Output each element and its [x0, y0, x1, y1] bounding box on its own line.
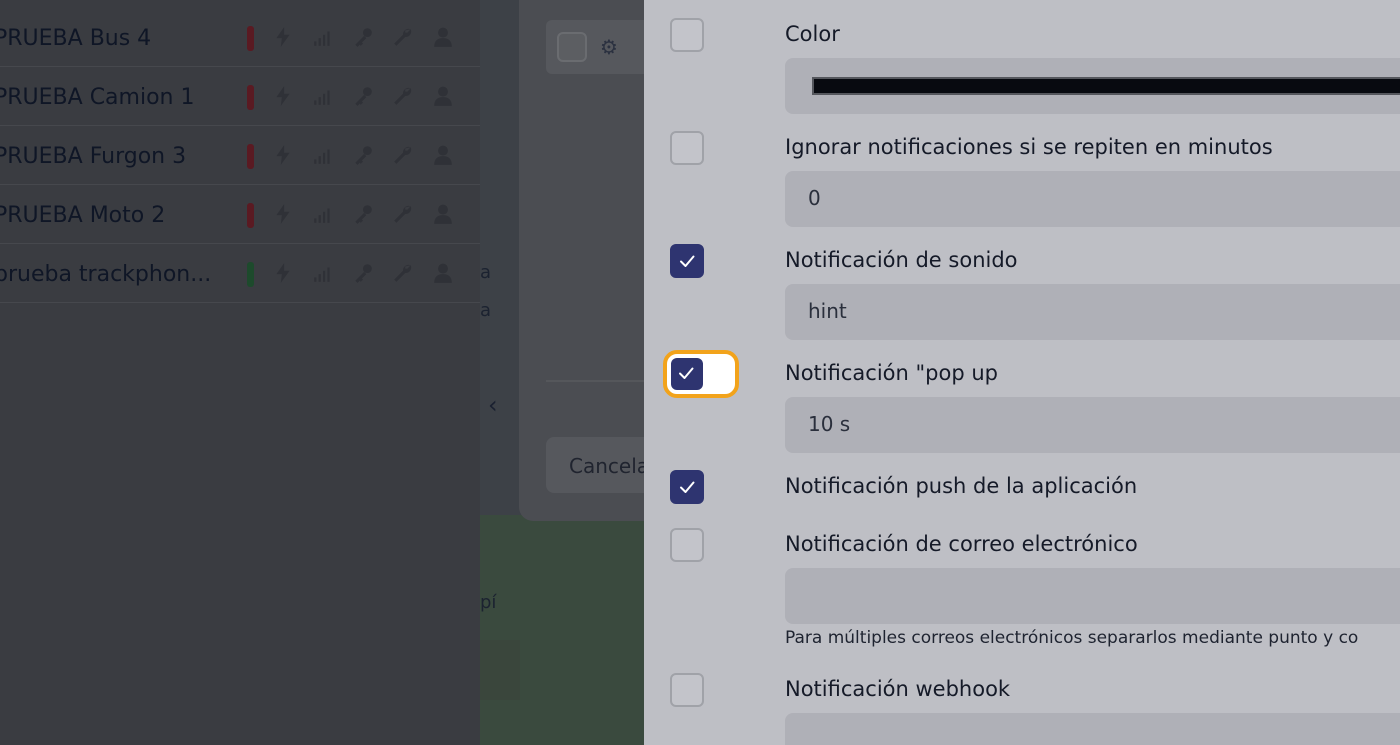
email-input[interactable]: [785, 568, 1400, 624]
sound-label: Notificación de sonido: [785, 248, 1018, 272]
vehicle-list: PRUEBA Bus 4 PRUEBA Camion 1 PRUEBA Furg…: [0, 0, 480, 745]
vehicle-row[interactable]: PRUEBA Bus 4: [0, 8, 480, 67]
vehicle-name: PRUEBA Camion 1: [0, 85, 195, 110]
color-field[interactable]: [785, 58, 1400, 114]
ignore-repeat-input[interactable]: 0: [785, 171, 1400, 227]
check-icon: [679, 367, 694, 379]
popup-duration-select[interactable]: 10 s: [785, 397, 1400, 453]
status-indicator: [247, 262, 254, 287]
popup-duration-value: 10 s: [808, 412, 851, 436]
key-icon: [352, 26, 374, 48]
user-icon: [432, 144, 454, 166]
bolt-icon: [272, 262, 294, 284]
sound-checkbox[interactable]: [670, 244, 704, 278]
webhook-checkbox[interactable]: [670, 673, 704, 707]
notification-settings-panel: Color Ignorar notificaciones si se repit…: [644, 0, 1400, 745]
wrench-icon: [392, 144, 414, 166]
status-indicator: [247, 26, 254, 51]
user-icon: [432, 262, 454, 284]
email-label: Notificación de correo electrónico: [785, 532, 1138, 556]
ignore-repeat-label: Ignorar notificaciones si se repiten en …: [785, 135, 1273, 159]
sound-select[interactable]: hint: [785, 284, 1400, 340]
bolt-icon: [272, 85, 294, 107]
user-icon: [432, 203, 454, 225]
signal-icon: [312, 203, 334, 225]
map-label: pí: [480, 592, 497, 613]
cancel-button-label: Cancela: [569, 454, 650, 478]
popup-checkbox-box: [671, 358, 703, 390]
vehicle-row[interactable]: PRUEBA Camion 1: [0, 67, 480, 126]
vehicle-row[interactable]: PRUEBA Moto 2: [0, 185, 480, 244]
map-label: a: [480, 262, 492, 283]
email-checkbox[interactable]: [670, 528, 704, 562]
signal-icon: [312, 144, 334, 166]
signal-icon: [312, 26, 334, 48]
chevron-left-icon[interactable]: ‹: [488, 392, 510, 418]
status-indicator: [247, 85, 254, 110]
push-label: Notificación push de la aplicación: [785, 474, 1138, 498]
key-icon: [352, 262, 374, 284]
wrench-icon: [392, 26, 414, 48]
status-indicator: [247, 144, 254, 169]
wrench-icon: [392, 85, 414, 107]
bolt-icon: [272, 203, 294, 225]
user-icon: [432, 85, 454, 107]
cancel-button[interactable]: Cancela: [546, 437, 656, 493]
push-checkbox[interactable]: [670, 470, 704, 504]
sound-value: hint: [808, 299, 847, 323]
vehicle-row[interactable]: PRUEBA Furgon 3: [0, 126, 480, 185]
vehicle-name: prueba trackphon...: [0, 262, 212, 287]
key-icon: [352, 144, 374, 166]
map-park-area: [480, 515, 650, 745]
color-label: Color: [785, 22, 840, 46]
key-icon: [352, 203, 374, 225]
user-icon: [432, 26, 454, 48]
divider: [546, 380, 656, 382]
signal-icon: [312, 262, 334, 284]
check-icon: [680, 255, 695, 267]
map-label: a: [480, 300, 492, 321]
vehicle-row[interactable]: prueba trackphon...: [0, 244, 480, 303]
wrench-icon: [392, 262, 414, 284]
select-checkbox[interactable]: [557, 32, 587, 62]
map-park-area: [480, 640, 520, 700]
color-swatch[interactable]: [812, 77, 1400, 95]
color-checkbox[interactable]: [670, 18, 704, 52]
status-indicator: [247, 203, 254, 228]
signal-icon: [312, 85, 334, 107]
ignore-repeat-checkbox[interactable]: [670, 131, 704, 165]
popup-label: Notificación "pop up: [785, 361, 998, 385]
wrench-icon: [392, 203, 414, 225]
vehicle-name: PRUEBA Furgon 3: [0, 144, 187, 169]
bolt-icon: [272, 144, 294, 166]
webhook-label: Notificación webhook: [785, 677, 1011, 701]
vehicle-name: PRUEBA Bus 4: [0, 26, 152, 51]
email-helper-text: Para múltiples correos electrónicos sepa…: [785, 628, 1359, 648]
gears-icon[interactable]: ⚙: [600, 34, 626, 60]
key-icon: [352, 85, 374, 107]
check-icon: [680, 481, 695, 493]
webhook-input[interactable]: [785, 713, 1400, 745]
vehicle-name: PRUEBA Moto 2: [0, 203, 166, 228]
popup-checkbox[interactable]: [663, 350, 739, 398]
ignore-repeat-value: 0: [808, 186, 821, 210]
bolt-icon: [272, 26, 294, 48]
